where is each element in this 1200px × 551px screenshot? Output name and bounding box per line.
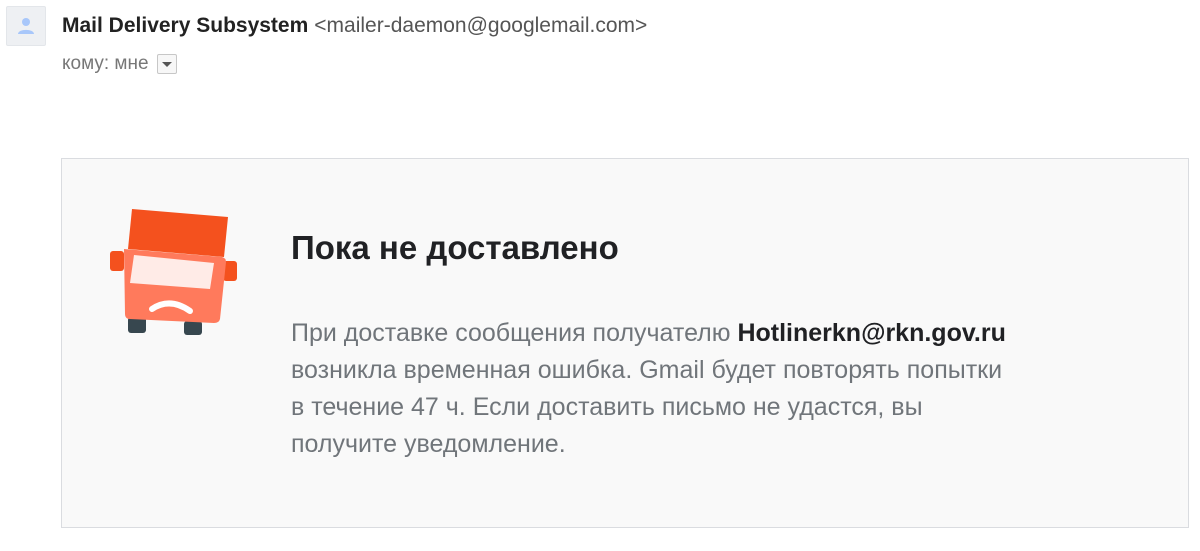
sender-line: Mail Delivery Subsystem <mailer-daemon@go…	[62, 12, 647, 40]
email-view: Mail Delivery Subsystem <mailer-daemon@go…	[0, 0, 1200, 551]
notice-message: При доставке сообщения получателю Hotlin…	[291, 315, 1151, 463]
details-dropdown-button[interactable]	[156, 54, 177, 74]
sender-avatar[interactable]	[6, 6, 46, 46]
chevron-down-icon	[161, 61, 172, 67]
notice-line-1-text: При доставке сообщения получателю	[291, 319, 731, 347]
notice-line-2: возникла временная ошибка. Gmail будет п…	[291, 356, 1003, 384]
notice-line-3: в течение 47 ч. Если доставить письмо не…	[291, 393, 923, 421]
sad-truck-icon	[110, 209, 237, 335]
recipient-email-address: Hotlinerkn@rkn.gov.ru	[737, 319, 1006, 347]
delivery-status-card: Пока не доставлено При доставке сообщени…	[61, 158, 1189, 528]
recipient-label: кому: мне	[62, 53, 149, 74]
notice-line-1: При доставке сообщения получателю Hotlin…	[291, 315, 1151, 352]
notice-title: Пока не доставлено	[291, 229, 619, 266]
notice-line-4: получите уведомление.	[291, 430, 566, 458]
recipient-line: кому: мне	[62, 52, 177, 76]
sender-name[interactable]: Mail Delivery Subsystem	[62, 14, 308, 37]
sender-email: <mailer-daemon@googlemail.com>	[314, 14, 648, 37]
person-icon	[18, 18, 34, 34]
